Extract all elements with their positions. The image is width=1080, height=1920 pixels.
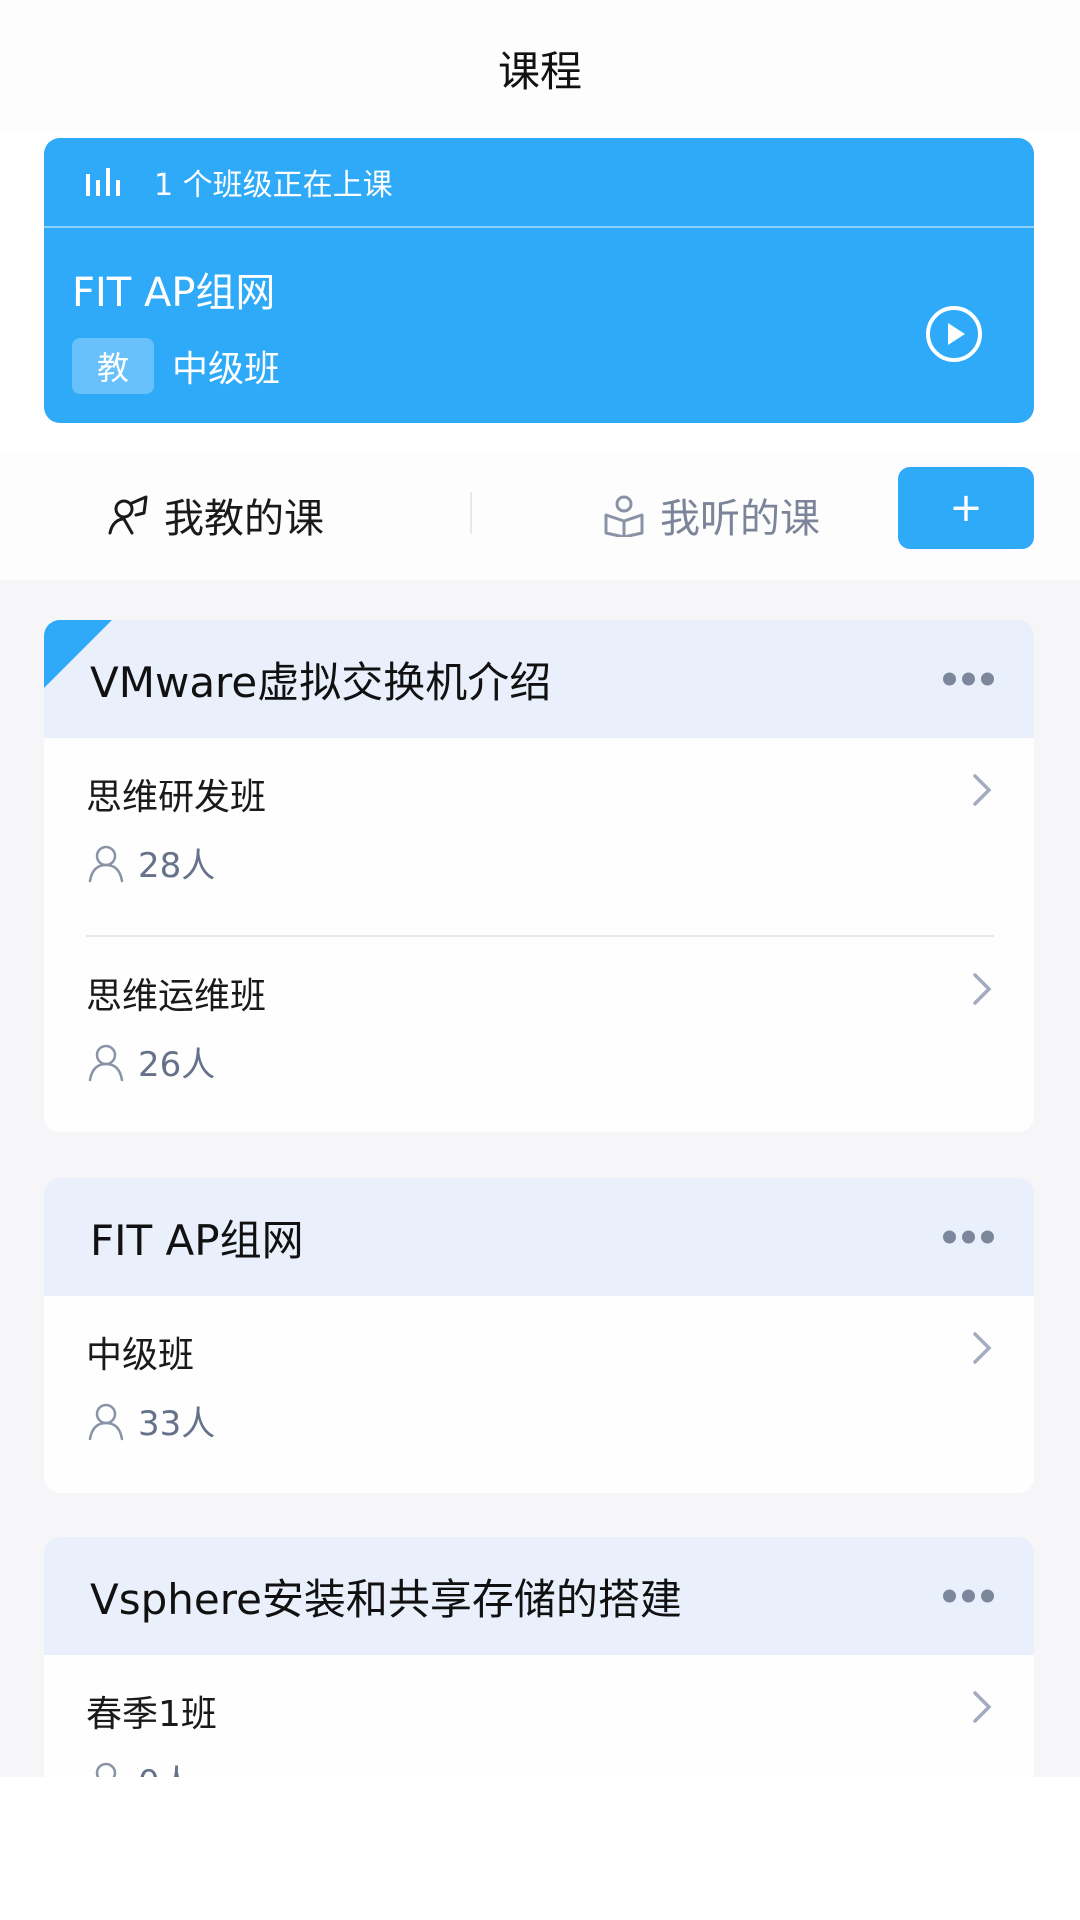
chevron-right-icon <box>973 973 992 1005</box>
member-count: 26人 <box>86 1037 215 1086</box>
chevron-right-icon <box>973 1691 992 1723</box>
live-class-info: FIT AP组网 教 中级班 <box>44 228 1034 421</box>
role-badge: 教 <box>72 338 154 394</box>
tab-listening-label: 我听的课 <box>660 496 820 542</box>
chevron-right-icon <box>973 774 992 806</box>
play-icon[interactable] <box>926 306 982 362</box>
member-count: 28人 <box>86 838 215 887</box>
live-class-name: 中级班 <box>172 349 281 390</box>
top-bar: 课程 <box>0 0 1080 130</box>
tab-listening[interactable]: 我听的课 <box>602 486 820 544</box>
more-icon[interactable] <box>943 1230 994 1244</box>
class-name: 春季1班 <box>86 1694 217 1735</box>
more-icon[interactable] <box>943 1589 994 1603</box>
live-status-bar: 1 个班级正在上课 <box>44 138 1034 228</box>
live-bars-icon <box>86 168 120 196</box>
course-title: VMware虚拟交换机介绍 <box>90 657 552 707</box>
member-count-text: 26人 <box>138 1045 216 1085</box>
class-row[interactable]: 思维研发班 28人 <box>86 738 994 935</box>
class-name: 思维研发班 <box>86 777 267 818</box>
person-icon <box>95 1762 117 1777</box>
live-course-title: FIT AP组网 <box>72 270 276 316</box>
more-icon[interactable] <box>943 672 994 686</box>
class-row[interactable]: 春季1班 0人 <box>86 1655 994 1777</box>
page-title: 课程 <box>497 47 582 96</box>
course-card: VMware虚拟交换机介绍 思维研发班 28人 思维运维班 26人 <box>44 620 1034 1132</box>
live-class-banner[interactable]: 1 个班级正在上课 FIT AP组网 教 中级班 <box>44 138 1034 423</box>
person-icon <box>88 1044 124 1081</box>
course-list: VMware虚拟交换机介绍 思维研发班 28人 思维运维班 26人 FIT AP… <box>0 580 1080 1777</box>
course-card-header[interactable]: Vsphere安装和共享存储的搭建 <box>44 1537 1034 1655</box>
member-count: 33人 <box>86 1396 215 1445</box>
member-count-text: 28人 <box>138 846 216 886</box>
class-row[interactable]: 中级班 33人 <box>86 1296 994 1493</box>
person-icon <box>88 845 124 882</box>
chevron-right-icon <box>973 1332 992 1364</box>
tab-divider <box>470 492 472 534</box>
course-card: Vsphere安装和共享存储的搭建 春季1班 0人 <box>44 1537 1034 1777</box>
student-icon <box>604 495 644 537</box>
course-title: FIT AP组网 <box>90 1215 304 1265</box>
member-count: 0人 <box>86 1755 194 1777</box>
course-card-header[interactable]: FIT AP组网 <box>44 1178 1034 1296</box>
corner-flag <box>44 620 112 688</box>
course-tabs: 我教的课 我听的课 + <box>0 450 1080 580</box>
teacher-icon <box>108 495 148 535</box>
tab-teaching[interactable]: 我教的课 <box>106 486 324 544</box>
person-icon <box>88 1403 124 1440</box>
class-name: 中级班 <box>86 1335 195 1376</box>
live-class-meta: 教 中级班 <box>72 338 280 394</box>
member-count-text: 33人 <box>138 1404 216 1444</box>
class-name: 思维运维班 <box>86 976 267 1017</box>
bottom-blank-area <box>0 1777 1080 1920</box>
course-card-header[interactable]: VMware虚拟交换机介绍 <box>44 620 1034 738</box>
course-card: FIT AP组网 中级班 33人 <box>44 1178 1034 1493</box>
course-title: Vsphere安装和共享存储的搭建 <box>90 1574 682 1624</box>
class-row[interactable]: 思维运维班 26人 <box>86 935 994 1132</box>
live-status-text: 1 个班级正在上课 <box>154 168 393 203</box>
add-course-button[interactable]: + <box>898 467 1034 549</box>
member-count-text: 0人 <box>138 1755 194 1777</box>
tab-teaching-label: 我教的课 <box>164 496 324 542</box>
